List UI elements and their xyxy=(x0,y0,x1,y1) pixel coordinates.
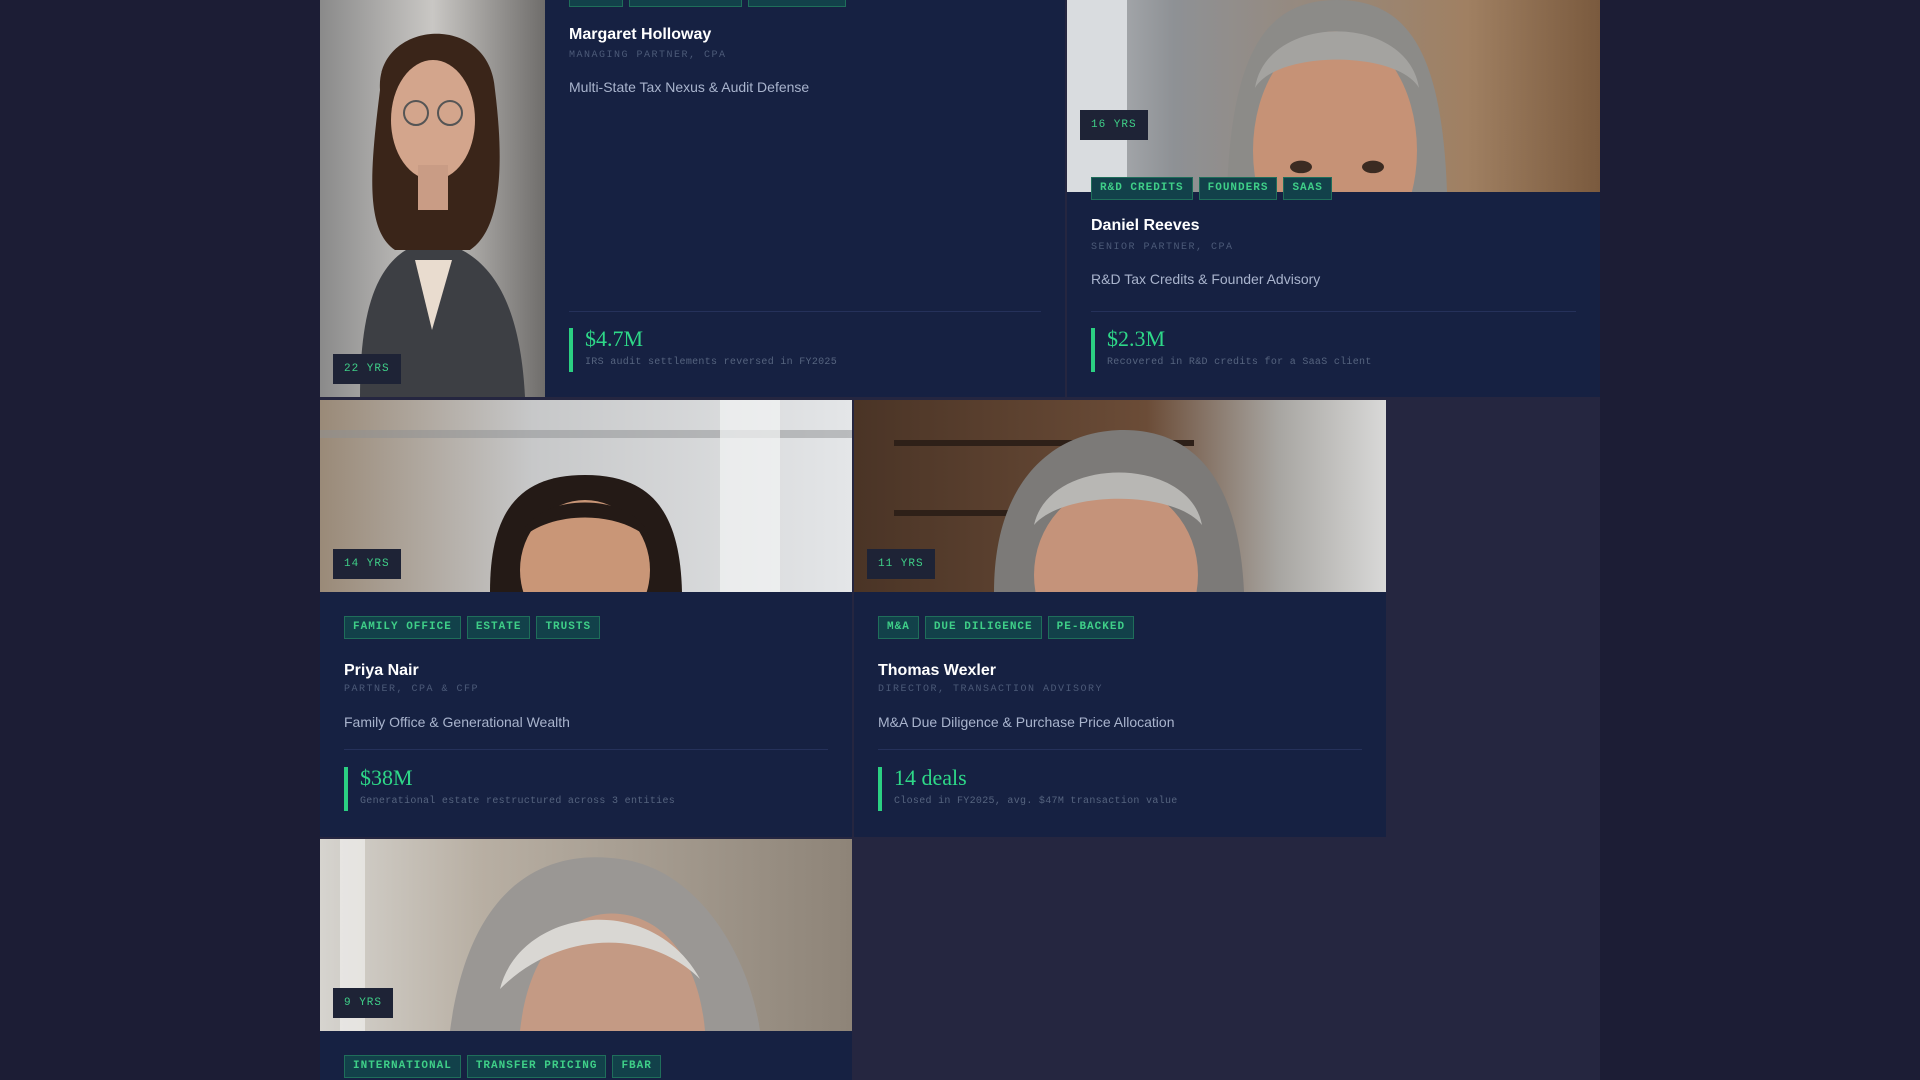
tag-list xyxy=(569,0,846,7)
card-body: R&D CREDITS FOUNDERS SAAS Daniel Reeves … xyxy=(1091,153,1576,397)
metric-label: IRS audit settlements reversed in FY2025 xyxy=(585,357,838,368)
portrait-photo xyxy=(320,839,852,1031)
key-metric: 14 deals Closed in FY2025, avg. $47M tra… xyxy=(878,767,1178,811)
tag-list: R&D CREDITS FOUNDERS SAAS xyxy=(1091,177,1332,200)
tag: INTERNATIONAL xyxy=(344,1055,461,1078)
metric-value: $2.3M xyxy=(1107,326,1166,351)
tag-list: INTERNATIONAL TRANSFER PRICING FBAR xyxy=(344,1055,661,1078)
divider xyxy=(344,749,828,750)
portrait-photo xyxy=(320,0,545,397)
metric-value: $4.7M xyxy=(585,326,644,351)
card-body: Margaret Holloway MANAGING PARTNER, CPA … xyxy=(569,0,1041,397)
divider xyxy=(878,749,1362,750)
member-role: PARTNER, CPA & CFP xyxy=(344,684,480,695)
metric-label: Generational estate restructured across … xyxy=(360,796,676,807)
team-card[interactable]: 14 YRS FAMILY OFFICE ESTATE TRUSTS Priya… xyxy=(320,400,852,837)
tag xyxy=(569,0,623,7)
tag: FOUNDERS xyxy=(1198,177,1278,200)
tag: SAAS xyxy=(1283,177,1332,200)
card-body: INTERNATIONAL TRANSFER PRICING FBAR xyxy=(344,1031,828,1080)
tag-list: M&A DUE DILIGENCE PE-BACKED xyxy=(878,616,1135,639)
member-specialty: R&D Tax Credits & Founder Advisory xyxy=(1091,271,1321,287)
tag-list: FAMILY OFFICE ESTATE TRUSTS xyxy=(344,616,601,639)
key-metric: $38M Generational estate restructured ac… xyxy=(344,767,675,811)
team-card[interactable]: 9 YRS INTERNATIONAL TRANSFER PRICING FBA… xyxy=(320,839,852,1080)
tag: TRANSFER PRICING xyxy=(466,1055,607,1078)
tag xyxy=(629,0,742,7)
tag: DUE DILIGENCE xyxy=(924,616,1042,639)
member-role: MANAGING PARTNER, CPA xyxy=(569,50,727,61)
tag: TRUSTS xyxy=(536,616,601,639)
member-specialty: Multi-State Tax Nexus & Audit Defense xyxy=(569,79,810,95)
team-card[interactable]: 11 YRS M&A DUE DILIGENCE PE-BACKED Thoma… xyxy=(854,400,1386,837)
key-metric: $2.3M Recovered in R&D credits for a Saa… xyxy=(1091,328,1372,372)
metric-label: Closed in FY2025, avg. $47M transaction … xyxy=(894,796,1178,807)
tag: FAMILY OFFICE xyxy=(344,616,461,639)
member-name[interactable]: Daniel Reeves xyxy=(1091,217,1200,235)
tag: ESTATE xyxy=(466,616,531,639)
card-body: FAMILY OFFICE ESTATE TRUSTS Priya Nair P… xyxy=(344,592,828,837)
member-role: DIRECTOR, TRANSACTION ADVISORY xyxy=(878,684,1104,695)
divider xyxy=(569,311,1041,312)
tag: R&D CREDITS xyxy=(1091,177,1193,200)
member-specialty: M&A Due Diligence & Purchase Price Alloc… xyxy=(878,714,1175,730)
member-specialty: Family Office & Generational Wealth xyxy=(344,714,570,730)
member-name[interactable]: Thomas Wexler xyxy=(878,662,996,680)
experience-badge: 16 YRS xyxy=(1080,110,1148,140)
experience-badge: 9 YRS xyxy=(333,988,394,1018)
metric-label: Recovered in R&D credits for a SaaS clie… xyxy=(1107,357,1372,368)
divider xyxy=(1091,311,1576,312)
tag: FBAR xyxy=(612,1055,661,1078)
member-name[interactable]: Margaret Holloway xyxy=(569,26,711,44)
team-card[interactable]: 16 YRS R&D CREDITS FOUNDERS SAAS Daniel … xyxy=(1067,0,1600,397)
member-role: SENIOR PARTNER, CPA xyxy=(1091,242,1234,253)
metric-value: 14 deals xyxy=(894,765,967,790)
experience-badge: 14 YRS xyxy=(333,549,401,579)
tag xyxy=(748,0,846,7)
member-name[interactable]: Priya Nair xyxy=(344,662,419,680)
key-metric: $4.7M IRS audit settlements reversed in … xyxy=(569,328,837,372)
metric-value: $38M xyxy=(360,765,413,790)
tag: M&A xyxy=(878,616,919,639)
experience-badge: 22 YRS xyxy=(333,354,401,384)
card-body: M&A DUE DILIGENCE PE-BACKED Thomas Wexle… xyxy=(878,592,1362,837)
experience-badge: 11 YRS xyxy=(867,549,935,579)
tag: PE-BACKED xyxy=(1047,616,1135,639)
team-card-featured[interactable]: 22 YRS Margaret Holloway MANAGING PARTNE… xyxy=(320,0,1065,397)
